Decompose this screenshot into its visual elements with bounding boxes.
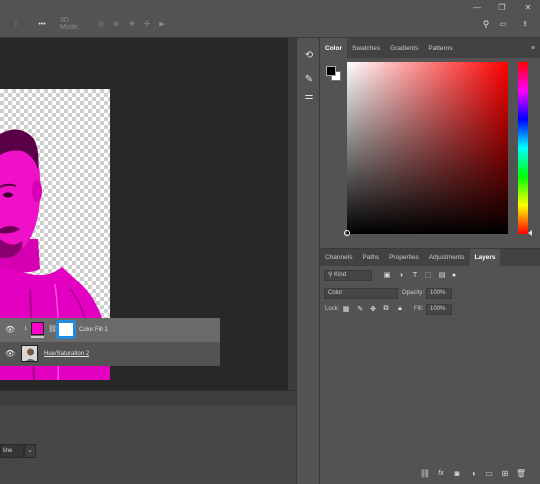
layer-thumbnail[interactable] xyxy=(21,345,38,362)
pixel-filter-icon[interactable]: ▣ xyxy=(383,271,391,279)
lock-transparent-icon[interactable]: ▦ xyxy=(342,305,350,313)
fx-icon[interactable]: fx xyxy=(436,468,446,478)
smart-object-filter-icon[interactable]: ▤ xyxy=(438,271,446,279)
panel-grip-icon: ⁞ xyxy=(15,20,17,28)
tab-properties[interactable]: Properties xyxy=(384,249,424,266)
hue-slider-marker[interactable] xyxy=(528,230,532,236)
blend-mode-select[interactable]: Color xyxy=(324,288,398,299)
tab-paths[interactable]: Paths xyxy=(357,249,384,266)
bottom-panel-header xyxy=(0,391,296,405)
color-fill-swatch[interactable] xyxy=(31,322,44,335)
lock-position-icon[interactable]: ✥ xyxy=(369,305,377,313)
options-bar: — ❐ ✕ ⁞ ••• 3D Mode: ◎ ⊛ ✥ ✣ ▶ ⚲ ▭ ⇪ xyxy=(0,0,540,38)
tab-adjustments[interactable]: Adjustments xyxy=(424,249,470,266)
delete-layer-icon[interactable]: 🗑︎ xyxy=(516,468,526,478)
adjustments-icon[interactable]: ⚌ xyxy=(301,88,317,104)
visibility-eye-icon[interactable]: 👁︎ xyxy=(5,325,15,335)
visibility-eye-icon[interactable]: 👁︎ xyxy=(5,349,15,359)
add-mask-icon[interactable]: ◙ xyxy=(452,468,462,478)
3d-roll-icon[interactable]: ⊛ xyxy=(110,18,122,30)
3d-pan-icon[interactable]: ✥ xyxy=(126,18,138,30)
layer-name[interactable]: Color Fill 1 xyxy=(79,325,108,335)
portrait-thumbnail-icon xyxy=(22,346,37,361)
opacity-input[interactable]: 100% xyxy=(426,288,452,299)
3d-camera-icon[interactable]: ▶ xyxy=(156,18,168,30)
layer-filter-value: Kind xyxy=(334,272,347,278)
color-panel-tabs: Color Swatches Gradients Patterns ≡ xyxy=(320,38,540,58)
layer-row-color-fill[interactable]: 👁︎ ⇂ ⛓︎ Color Fill 1 xyxy=(0,318,220,342)
bottom-panel-select[interactable]: line xyxy=(0,444,24,458)
bottom-panel: line ⌄ xyxy=(0,390,296,484)
layer-chain-icon: ⇂ xyxy=(23,326,29,332)
new-layer-icon[interactable]: ⊞ xyxy=(500,468,510,478)
tab-color[interactable]: Color xyxy=(320,38,347,58)
3d-mode-label: 3D Mode: xyxy=(60,17,80,31)
tab-layers[interactable]: Layers xyxy=(469,249,501,266)
lock-image-icon[interactable]: ✎ xyxy=(356,305,364,313)
share-icon[interactable]: ⇪ xyxy=(519,18,531,30)
hue-slider[interactable] xyxy=(518,62,528,234)
panel-menu-icon[interactable]: ≡ xyxy=(526,38,540,58)
layer-filter-select[interactable]: ⚲ Kind xyxy=(324,270,372,281)
filter-toggle-icon[interactable]: ● xyxy=(450,271,458,279)
layer-row-hue-saturation[interactable]: 👁︎ Hue/Saturation 2 xyxy=(0,342,220,366)
fill-label: Fill: xyxy=(414,306,424,312)
adjustment-filter-icon[interactable]: ◑ xyxy=(397,271,405,279)
history-icon[interactable]: ⟲ xyxy=(301,47,317,63)
layers-panel: Channels Paths Properties Adjustments La… xyxy=(320,248,540,484)
3d-slide-icon[interactable]: ✣ xyxy=(141,18,153,30)
search-icon[interactable]: ⚲ xyxy=(480,18,492,30)
fill-input[interactable]: 100% xyxy=(426,304,452,315)
link-layers-icon[interactable]: ⛓︎ xyxy=(420,468,430,478)
workspace-icon[interactable]: ▭ xyxy=(497,18,509,30)
color-panel: Color Swatches Gradients Patterns ≡ xyxy=(320,38,540,242)
new-adjustment-icon[interactable]: ◑ xyxy=(468,468,478,478)
color-picker-cursor[interactable] xyxy=(344,230,350,236)
layers-panel-tabs: Channels Paths Properties Adjustments La… xyxy=(320,249,540,266)
shape-filter-icon[interactable]: ⬚ xyxy=(424,271,432,279)
layer-name[interactable]: Hue/Saturation 2 xyxy=(44,349,89,359)
canvas-vertical-scrollbar[interactable] xyxy=(288,38,296,390)
swatch-underline xyxy=(31,336,44,338)
layer-mask-thumbnail[interactable] xyxy=(56,320,76,339)
minimize-window-button[interactable]: — xyxy=(470,2,484,12)
new-group-icon[interactable]: ▭ xyxy=(484,468,494,478)
foreground-color-swatch[interactable] xyxy=(326,66,336,76)
lock-all-icon[interactable]: 🔒︎ xyxy=(396,305,404,313)
eyedropper-icon[interactable]: ✎ xyxy=(301,71,317,87)
type-filter-icon[interactable]: T xyxy=(411,271,419,279)
more-options-button[interactable]: ••• xyxy=(36,18,48,30)
3d-orbit-icon[interactable]: ◎ xyxy=(95,18,107,30)
opacity-label: Opacity: xyxy=(402,290,425,296)
saturation-brightness-field[interactable] xyxy=(347,62,508,234)
panel-tool-strip: ⟲ ✎ ⚌ xyxy=(296,38,320,484)
tab-patterns[interactable]: Patterns xyxy=(423,38,457,58)
lock-label: Lock: xyxy=(325,306,340,312)
close-window-button[interactable]: ✕ xyxy=(521,2,535,12)
tab-gradients[interactable]: Gradients xyxy=(385,38,423,58)
lock-artboard-icon[interactable]: ⧉ xyxy=(382,305,390,313)
restore-window-button[interactable]: ❐ xyxy=(495,2,509,12)
chevron-down-icon[interactable]: ⌄ xyxy=(24,444,36,458)
tab-channels[interactable]: Channels xyxy=(320,249,357,266)
tab-swatches[interactable]: Swatches xyxy=(347,38,385,58)
